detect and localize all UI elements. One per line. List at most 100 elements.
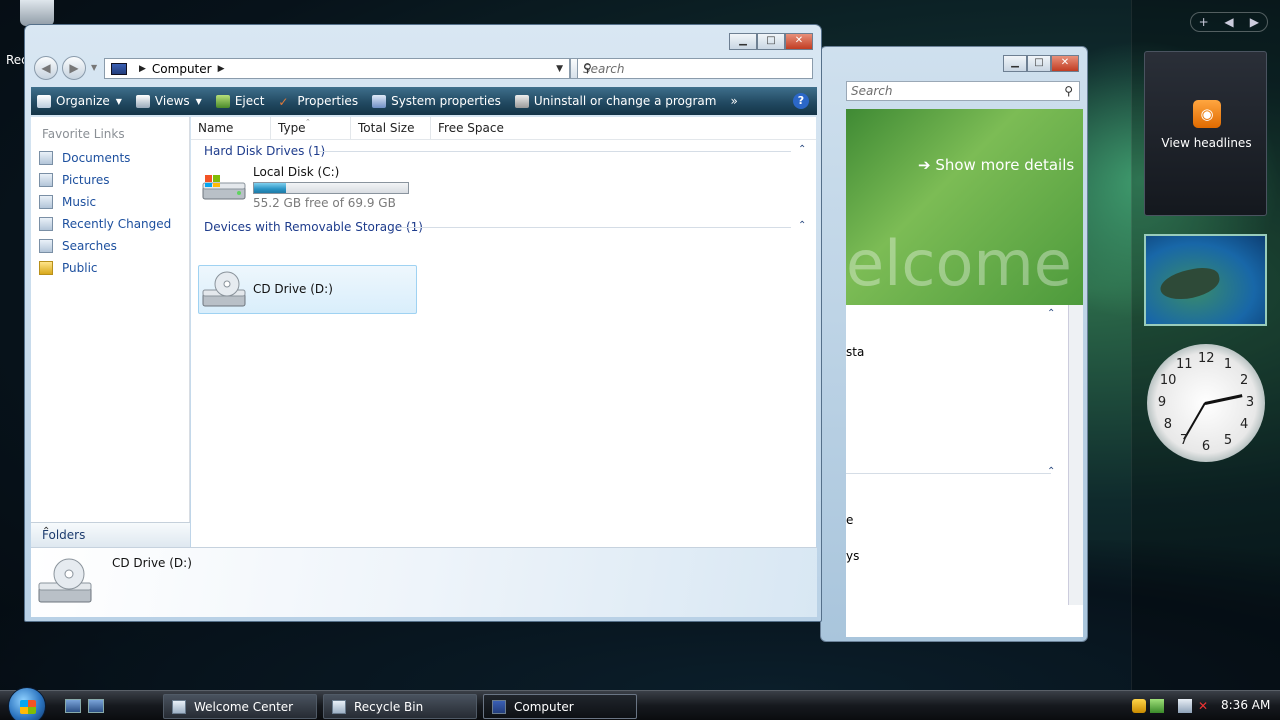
taskbar: Welcome Center Recycle Bin Computer ✕ 8:… (0, 687, 1280, 720)
favorite-link-documents[interactable]: Documents (39, 151, 130, 165)
favorite-link-public[interactable]: Public (39, 261, 98, 275)
navigation-pane: Favorite Links Documents Pictures Music … (31, 117, 190, 547)
details-item-name: CD Drive (D:) (112, 556, 192, 570)
recycle-bin-desktop-icon[interactable] (20, 0, 54, 26)
slideshow-gadget[interactable] (1144, 234, 1267, 326)
folder-icon (39, 261, 53, 275)
documents-icon (39, 151, 53, 165)
sidebar-prev-button[interactable]: ◀ (1216, 13, 1241, 31)
column-header-total-size[interactable]: Total Size (351, 117, 431, 140)
search-icon[interactable]: ⚲ (1064, 82, 1073, 100)
add-gadget-button[interactable]: + (1191, 13, 1216, 31)
hard-disk-icon (202, 175, 246, 200)
file-list-pane: Name ⌃ Type Total Size Free Space Hard Di… (191, 117, 816, 547)
folders-toggle[interactable]: Folders ⌃ (31, 522, 190, 547)
organize-icon (37, 94, 51, 108)
welcome-search-placeholder: Search (851, 84, 893, 98)
collapse-chevron-icon[interactable]: ⌃ (1047, 308, 1055, 319)
favorite-link-music[interactable]: Music (39, 195, 96, 209)
security-shield-icon[interactable] (1132, 699, 1146, 713)
programs-icon (514, 94, 529, 108)
cd-drive-item[interactable]: CD Drive (D:) (198, 265, 417, 314)
welcome-banner-text: elcome (846, 227, 1072, 300)
sidebar-controls: + ◀ ▶ (1190, 12, 1268, 32)
clock-number: 6 (1201, 439, 1211, 454)
clock-number: 11 (1176, 356, 1193, 372)
taskbar-computer[interactable]: Computer (483, 694, 637, 719)
views-icon (135, 94, 150, 108)
welcome-search-input[interactable]: Search ⚲ (846, 81, 1080, 101)
computer-explorer-window[interactable]: ▁ □ ✕ ◀ ▶ ▼ ▶ Computer ▶ ▼ ⇆ Search ⚲ Or… (24, 24, 822, 622)
column-header-type[interactable]: ⌃ Type (271, 117, 351, 140)
windows-logo-icon (20, 700, 36, 714)
search-input[interactable]: Search ⚲ (577, 58, 813, 79)
group-divider (319, 151, 791, 152)
maximize-button[interactable]: □ (1027, 55, 1051, 72)
maximize-button[interactable]: □ (757, 33, 785, 50)
search-icon[interactable]: ⚲ (583, 61, 806, 75)
clock-gadget[interactable]: 12 1 2 3 4 5 6 7 8 9 10 11 (1147, 344, 1265, 462)
collapse-chevron-icon[interactable]: ⌃ (798, 220, 806, 231)
clock-number: 5 (1223, 433, 1233, 449)
feed-headlines-gadget[interactable]: ◉ View headlines (1144, 51, 1267, 216)
group-removable-storage[interactable]: Devices with Removable Storage (1) (204, 220, 423, 234)
address-bar[interactable]: ▶ Computer ▶ ▼ (104, 58, 570, 79)
more-commands-button[interactable]: » (730, 94, 737, 108)
forward-arrow-icon: ▶ (69, 61, 79, 75)
collapse-chevron-icon[interactable]: ⌃ (798, 144, 806, 155)
clock-number: 4 (1239, 417, 1249, 432)
sidebar-next-button[interactable]: ▶ (1242, 13, 1267, 31)
address-dropdown-icon[interactable]: ▼ (556, 64, 563, 74)
network-status-icon[interactable] (1150, 699, 1164, 713)
check-icon: ✓ (278, 94, 289, 109)
close-button[interactable]: ✕ (785, 33, 813, 50)
breadcrumb-computer[interactable]: Computer (152, 62, 212, 76)
column-headers: Name ⌃ Type Total Size Free Space (191, 117, 816, 140)
favorite-link-pictures[interactable]: Pictures (39, 173, 110, 187)
group-hard-disk-drives[interactable]: Hard Disk Drives (1) (204, 144, 325, 158)
recent-pages-dropdown-icon[interactable]: ▼ (91, 63, 97, 72)
taskbar-recycle-bin[interactable]: Recycle Bin (323, 694, 477, 719)
eject-button[interactable]: Eject (215, 94, 264, 108)
volume-muted-icon[interactable]: ✕ (1198, 699, 1212, 713)
column-header-name[interactable]: Name (191, 117, 271, 140)
collapse-chevron-icon[interactable]: ⌃ (1047, 466, 1055, 477)
taskbar-clock[interactable]: 8:36 AM (1221, 698, 1270, 712)
welcome-content: ➔ Show more details elcome sta e ys ⌃ ⌃ (846, 109, 1083, 637)
back-button[interactable]: ◀ (34, 56, 58, 80)
view-headlines-label[interactable]: View headlines (1145, 136, 1268, 150)
taskbar-welcome-center[interactable]: Welcome Center (163, 694, 317, 719)
switch-windows-icon[interactable] (88, 699, 104, 713)
forward-button[interactable]: ▶ (62, 56, 86, 80)
start-button[interactable] (8, 687, 46, 720)
properties-button[interactable]: ✓ Properties (278, 94, 358, 109)
favorite-link-recently-changed[interactable]: Recently Changed (39, 217, 171, 231)
local-disk-free-space: 55.2 GB free of 69.9 GB (253, 196, 396, 210)
system-properties-button[interactable]: System properties (372, 94, 501, 108)
sort-arrow-icon: ⌃ (305, 118, 311, 126)
network-icon[interactable] (1178, 699, 1192, 713)
show-more-details-link[interactable]: ➔ Show more details (918, 156, 1074, 174)
clock-number: 3 (1245, 395, 1255, 410)
minimize-button[interactable]: ▁ (1003, 55, 1027, 72)
minimize-button[interactable]: ▁ (729, 33, 757, 50)
rss-icon: ◉ (1193, 100, 1221, 128)
welcome-text-1: sta (846, 345, 865, 359)
clock-number: 7 (1179, 433, 1189, 449)
pictures-icon (39, 173, 53, 187)
breadcrumb-arrow-icon[interactable]: ▶ (218, 64, 225, 74)
breadcrumb-arrow-icon[interactable]: ▶ (139, 64, 146, 74)
welcome-center-window[interactable]: ▁ □ ✕ Search ⚲ ➔ Show more details elcom… (820, 46, 1088, 642)
show-desktop-icon[interactable] (65, 699, 81, 713)
command-bar: Organize ▼ Views ▼ Eject ✓ Properties Syst… (31, 87, 817, 115)
column-header-free-space[interactable]: Free Space (431, 117, 511, 140)
vertical-scrollbar[interactable] (1068, 305, 1083, 605)
help-icon[interactable]: ? (793, 93, 809, 109)
favorite-link-searches[interactable]: Searches (39, 239, 117, 253)
views-button[interactable]: Views ▼ (135, 94, 202, 108)
disk-usage-fill (254, 183, 287, 193)
uninstall-program-button[interactable]: Uninstall or change a program (514, 94, 716, 108)
close-button[interactable]: ✕ (1051, 55, 1079, 72)
organize-button[interactable]: Organize ▼ (37, 94, 122, 108)
chevron-up-icon: ⌃ (42, 526, 51, 537)
